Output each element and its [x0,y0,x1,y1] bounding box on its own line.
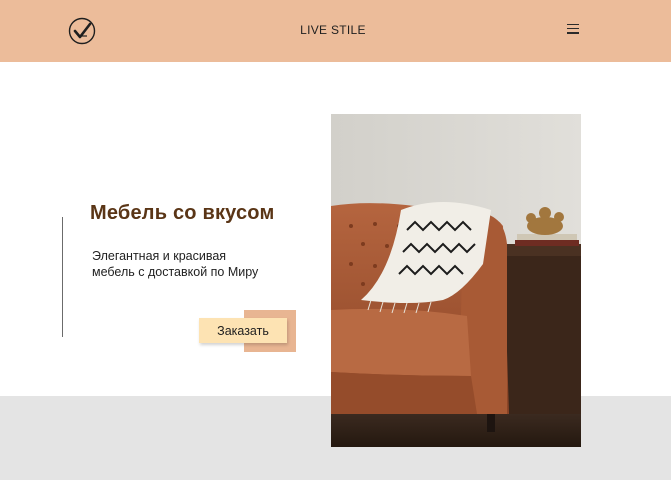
sofa-photo [331,114,581,447]
hero-title: Мебель со вкусом [90,202,275,224]
hamburger-menu-icon[interactable] [566,24,580,36]
logo-icon[interactable] [68,17,96,45]
brand-name[interactable]: LIVE STILE [263,23,403,37]
hero-divider [62,217,63,337]
site-header: LIVE STILE [0,0,671,62]
order-button[interactable]: Заказать [199,318,287,343]
hero-description: Элегантная и красивая мебель с доставкой… [92,249,259,279]
